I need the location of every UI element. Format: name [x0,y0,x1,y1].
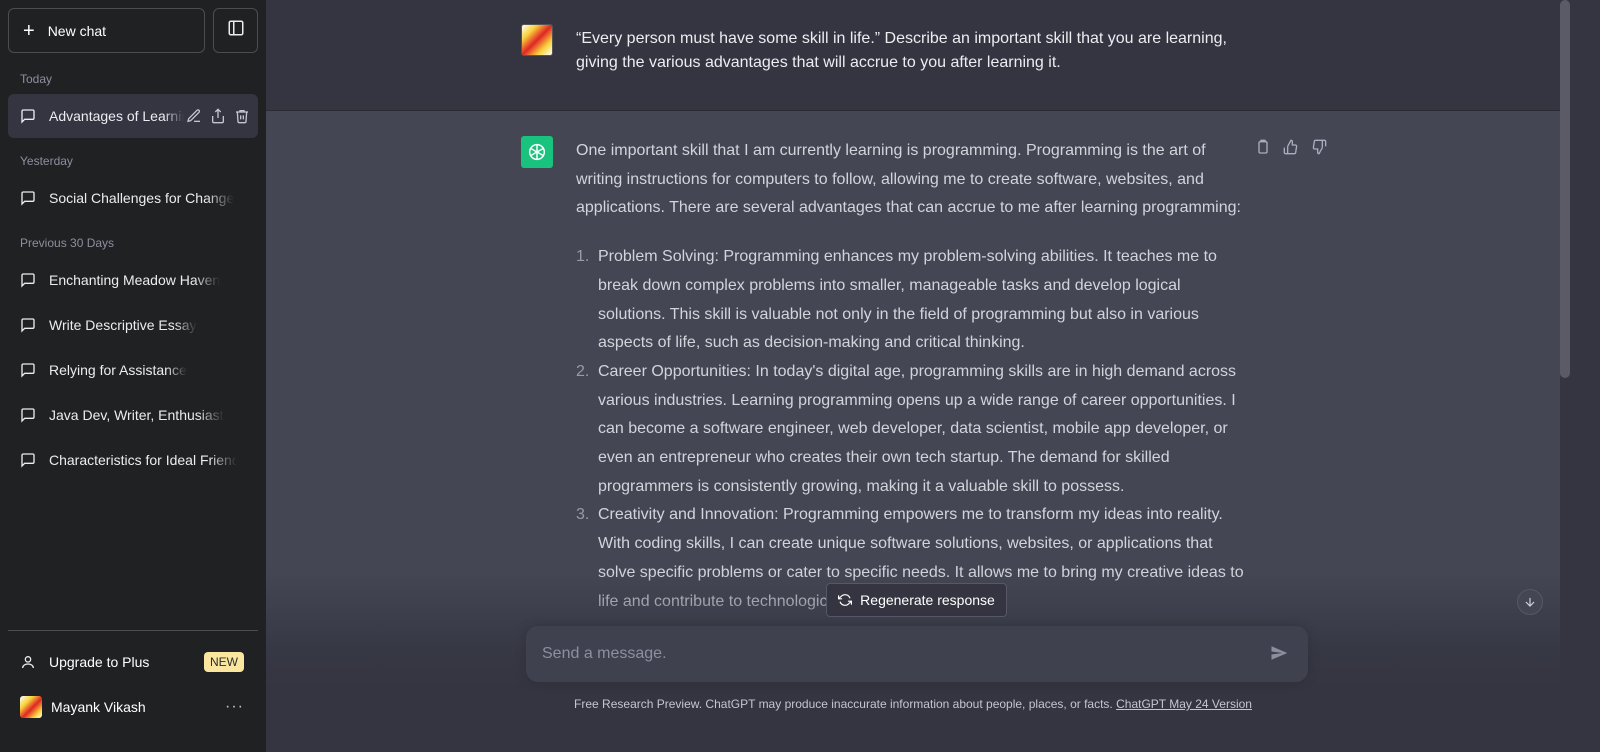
scroll-to-bottom-button[interactable] [1517,589,1543,615]
user-name: Mayank Vikash [51,699,146,715]
list-number: 3. [576,506,590,524]
copy-icon[interactable] [1255,139,1273,157]
scrollbar-thumb[interactable] [1560,0,1570,378]
upgrade-label: Upgrade to Plus [49,654,150,670]
chat-item-label: Characteristics for Ideal Friend [49,452,237,468]
group-label-previous-30-days: Previous 30 Days [20,236,115,250]
group-label-today: Today [20,72,53,86]
user-message-row: “Every person must have some skill in li… [266,0,1560,111]
user-avatar [521,24,553,56]
list-number: 2. [576,362,590,380]
sidebar-divider [8,630,258,631]
chat-item-label: Java Dev, Writer, Enthusiast [49,407,224,423]
regenerate-response-button[interactable]: Regenerate response [826,583,1007,617]
user-message-text: “Every person must have some skill in li… [576,30,1227,71]
send-icon[interactable] [1270,644,1290,664]
plus-icon: + [23,19,35,42]
sidebar-chat-item[interactable]: Social Challenges for Change [8,176,258,220]
assistant-message-text: One important skill that I am currently … [576,137,1246,616]
openai-logo-icon [521,136,553,168]
list-number: 1. [576,248,590,266]
chat-bubble-icon [20,317,36,333]
chat-item-label: Social Challenges for Change [49,190,235,206]
new-chat-button[interactable]: + New chat [8,8,205,53]
sidebar-chat-item[interactable]: Java Dev, Writer, Enthusiast [8,393,258,437]
chat-item-label: Relying for Assistance [49,362,187,378]
arrow-down-icon [1523,595,1537,609]
new-badge: NEW [204,652,244,672]
sidebar-chat-item[interactable]: Relying for Assistance [8,348,258,392]
list-item-text: Problem Solving: Programming enhances my… [598,248,1217,352]
new-chat-label: New chat [47,22,107,39]
edit-icon[interactable] [186,108,202,124]
message-composer [526,626,1308,682]
sidebar-toggle-icon [227,19,245,42]
answer-intro: One important skill that I am currently … [576,142,1241,217]
group-label-yesterday: Yesterday [20,154,73,168]
chat-bubble-icon [20,362,36,378]
chat-bubble-icon [20,452,36,468]
list-item: 1. Problem Solving: Programming enhances … [576,243,1246,358]
sidebar-chat-item[interactable]: Characteristics for Ideal Friend [8,438,258,482]
share-icon[interactable] [210,108,226,124]
thumbs-down-icon[interactable] [1311,139,1329,157]
chat-bubble-icon [20,272,36,288]
regenerate-label: Regenerate response [860,592,995,608]
user-avatar [20,696,42,718]
chat-bubble-icon [20,407,36,423]
message-tools [1255,139,1329,157]
disclaimer-text: Free Research Preview. ChatGPT may produ… [574,697,1113,711]
sidebar: + New chat Today Advantages of Learning … [0,0,266,752]
chat-actions [186,108,250,124]
chat-bubble-icon [20,190,36,206]
user-icon [20,654,36,670]
list-item-text: Career Opportunities: In today's digital… [598,362,1237,495]
chat-item-label: Enchanting Meadow Haven [49,272,221,288]
refresh-icon [838,593,853,607]
trash-icon[interactable] [234,108,250,124]
sidebar-chat-item-active[interactable]: Advantages of Learning Programming [8,94,258,138]
footer-disclaimer: Free Research Preview. ChatGPT may produ… [266,697,1560,711]
upgrade-to-plus-button[interactable]: Upgrade to Plus NEW [8,640,258,684]
thumbs-up-icon[interactable] [1283,139,1301,157]
sidebar-chat-item[interactable]: Enchanting Meadow Haven [8,258,258,302]
sidebar-chat-item[interactable]: Write Descriptive Essay [8,303,258,347]
chat-item-label: Advantages of Learning Programming [49,108,184,124]
chat-item-label: Write Descriptive Essay [49,317,197,333]
answer-list: 1. Problem Solving: Programming enhances … [576,243,1246,616]
more-options-icon[interactable]: ··· [225,698,244,716]
message-input[interactable] [542,640,1242,668]
list-item: 2. Career Opportunities: In today's digit… [576,358,1246,502]
version-link[interactable]: ChatGPT May 24 Version [1116,697,1252,711]
sidebar-toggle-button[interactable] [213,8,258,53]
user-menu-button[interactable]: Mayank Vikash ··· [8,685,258,729]
chat-bubble-icon [20,108,36,124]
